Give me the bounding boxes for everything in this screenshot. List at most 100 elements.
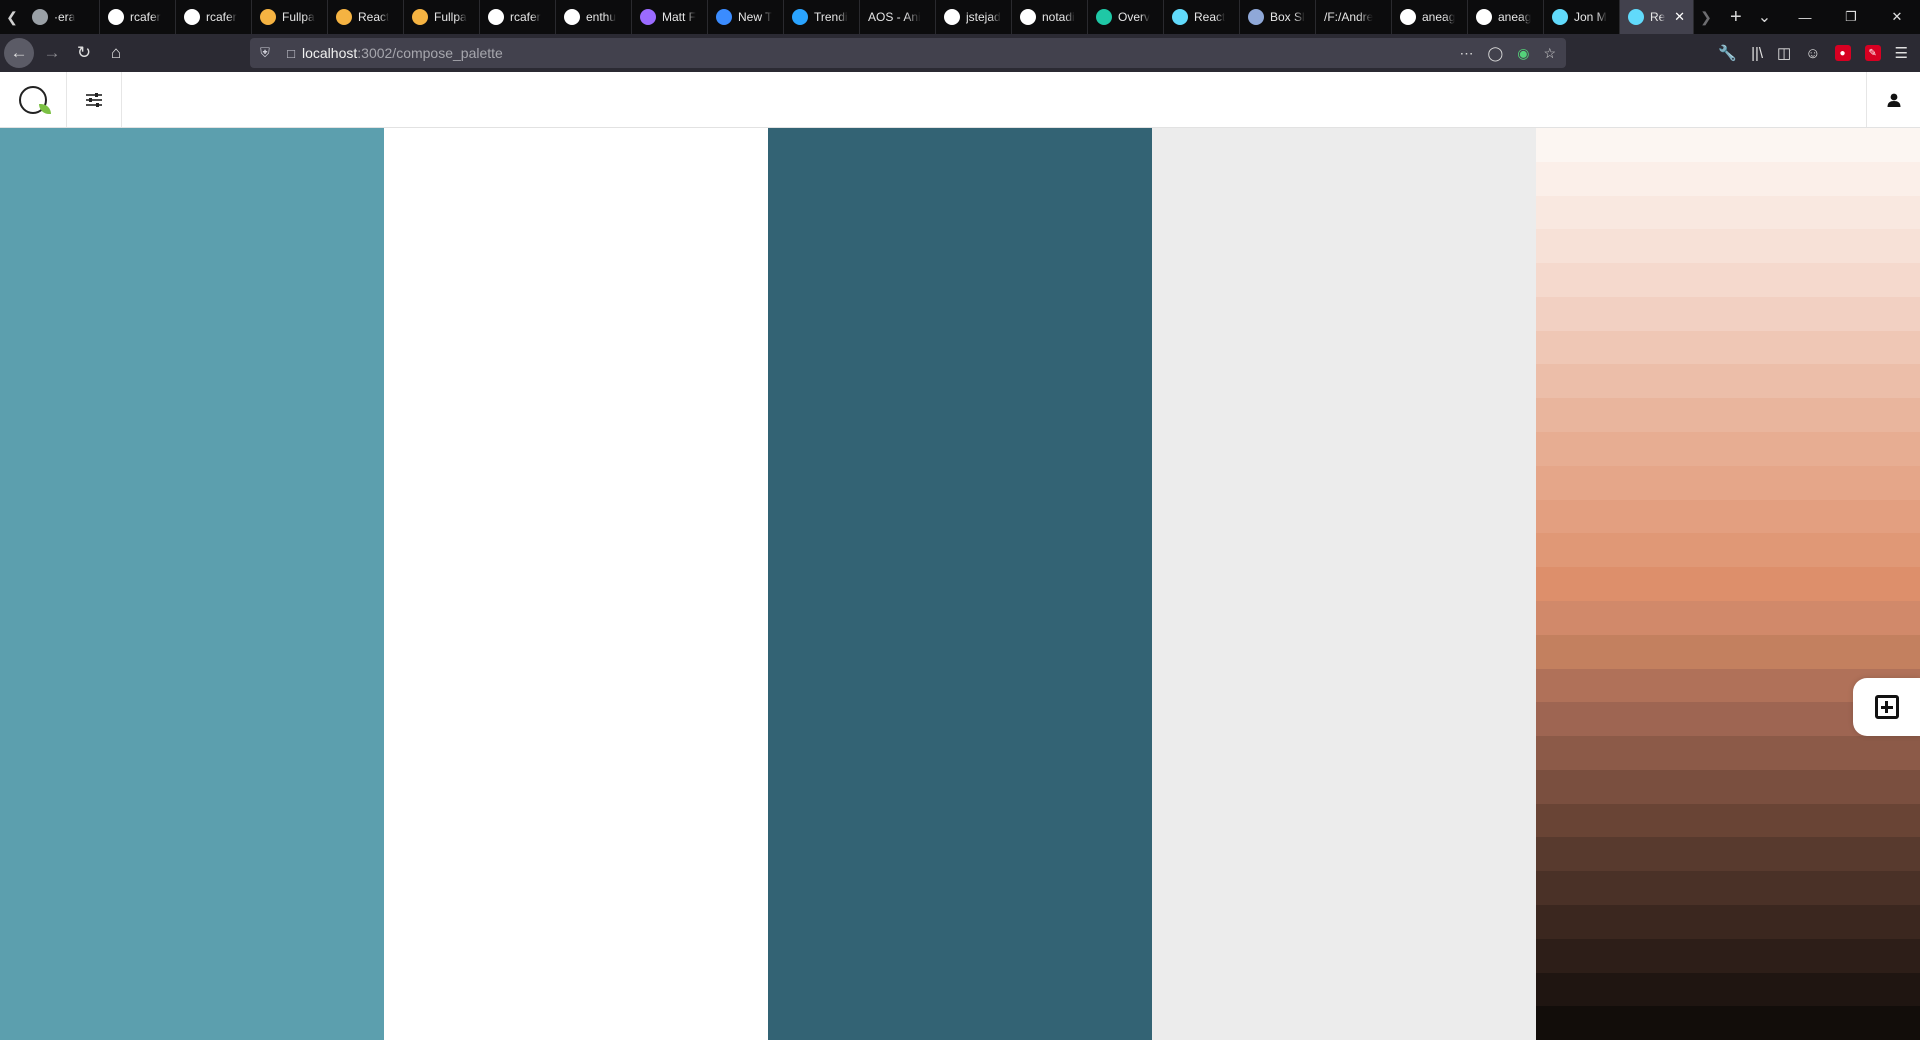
browser-tab[interactable]: Box Sl [1240,0,1316,34]
gradient-shade[interactable] [1536,161,1920,196]
minimize-icon[interactable]: — [1782,0,1828,34]
firefox-icon [716,9,732,25]
gradient-shade[interactable] [1536,533,1920,568]
browser-tab[interactable]: Overv [1088,0,1164,34]
tab-label: Fullpa [282,10,315,24]
browser-tab[interactable]: Trendi [784,0,860,34]
color-swatch[interactable] [1152,128,1536,1040]
app-header [0,72,1920,128]
browser-tab[interactable]: Matt F [632,0,708,34]
color-palette [0,128,1920,1040]
color-swatch[interactable] [768,128,1152,1040]
browser-tab-bar: ❮ ·era rcafer rcafer Fullpa React Fullpa rcafe… [0,0,1920,34]
browser-tab[interactable]: ·era [24,0,100,34]
gradient-shade[interactable] [1536,195,1920,230]
user-icon [1887,93,1900,107]
browser-tab[interactable]: aneag [1392,0,1468,34]
page-actions-icon[interactable]: ⋯ [1460,45,1474,62]
close-window-icon[interactable]: ✕ [1874,0,1920,34]
window-controls: — ❐ ✕ [1782,0,1920,34]
bookmark-star-icon[interactable]: ☆ [1543,45,1556,62]
browser-tab[interactable]: aneag [1468,0,1544,34]
forward-icon[interactable]: → [36,37,68,69]
gradient-shade[interactable] [1536,634,1920,669]
page-info-icon[interactable]: □ [280,46,302,61]
tab-label: aneag [1498,10,1532,24]
url-path: :3002/compose_palette [357,45,503,61]
browser-tab[interactable]: notadi [1012,0,1088,34]
gradient-shade[interactable] [1536,938,1920,973]
color-swatch[interactable] [0,128,384,1040]
sidebar-icon[interactable]: ◫ [1777,44,1791,62]
gradient-shade[interactable] [1536,364,1920,399]
gradient-shade[interactable] [1536,128,1920,162]
gradient-shade[interactable] [1536,330,1920,365]
extension-status-icon[interactable]: ◉ [1517,45,1529,62]
extension-icon[interactable]: ● [1834,45,1851,61]
gradient-shade[interactable] [1536,499,1920,534]
gradient-shade[interactable] [1536,1006,1920,1040]
browser-tab[interactable]: rcafer [176,0,252,34]
gradient-shade[interactable] [1536,567,1920,601]
gradient-shade[interactable] [1536,600,1920,635]
diamond-icon [1096,9,1112,25]
gradient-shade[interactable] [1536,972,1920,1007]
react-icon [1628,9,1644,25]
gradient-shade[interactable] [1536,432,1920,466]
tab-scroll-left-icon[interactable]: ❮ [0,0,24,34]
tab-scroll-right-icon[interactable]: ❯ [1694,0,1718,34]
gradient-shade[interactable] [1536,837,1920,872]
tab-label: ·era [54,10,76,24]
close-tab-icon[interactable]: ✕ [1674,9,1685,25]
gradient-shade[interactable] [1536,803,1920,838]
tracking-protection-icon[interactable]: ⛨ [250,45,280,61]
gradient-column[interactable] [1536,128,1920,1040]
new-tab-icon[interactable]: + [1730,6,1742,29]
tab-label: notadi [1042,10,1075,24]
list-all-tabs-icon[interactable]: ⌄ [1758,7,1771,27]
gradient-shade[interactable] [1536,871,1920,905]
user-account-button[interactable] [1866,72,1920,127]
logo-link[interactable] [0,72,67,127]
circle-icon [792,9,808,25]
reload-icon[interactable]: ↻ [68,37,100,69]
browser-tab[interactable]: React [1164,0,1240,34]
account-icon[interactable]: ☺ [1805,45,1820,62]
browser-tab[interactable]: Fullpa [252,0,328,34]
color-swatch[interactable] [384,128,768,1040]
react-icon [1172,9,1188,25]
gradient-shade[interactable] [1536,465,1920,500]
extension-pen-icon[interactable]: ✎ [1864,45,1881,61]
browser-tab[interactable]: enthu [556,0,632,34]
browser-tab[interactable]: React [328,0,404,34]
gradient-shade[interactable] [1536,229,1920,264]
github-icon [1020,9,1036,25]
browser-tab[interactable]: Re ✕ [1620,0,1694,34]
app-menu-icon[interactable]: ☰ [1895,44,1908,62]
gradient-shade[interactable] [1536,904,1920,939]
browser-tab[interactable]: /F:/Andre [1316,0,1392,34]
browser-tab[interactable]: AOS - Ani [860,0,936,34]
gradient-shade[interactable] [1536,736,1920,770]
add-color-button[interactable] [1853,678,1920,736]
tab-label: Jon M [1574,10,1607,24]
gradient-shade[interactable] [1536,263,1920,297]
gradient-shade[interactable] [1536,296,1920,331]
gradient-shade[interactable] [1536,769,1920,804]
pocket-icon[interactable]: ◯ [1488,45,1504,62]
wrench-icon[interactable]: 🔧 [1718,44,1737,62]
browser-tab[interactable]: jstejad [936,0,1012,34]
gradient-shade[interactable] [1536,398,1920,433]
tab-label: Fullpa [434,10,467,24]
library-icon[interactable]: ||\ [1751,45,1763,62]
address-bar[interactable]: ⛨ □ localhost:3002/compose_palette ⋯ ◯ ◉… [250,38,1566,68]
browser-tab[interactable]: Jon M [1544,0,1620,34]
browser-tab[interactable]: rcafer [100,0,176,34]
home-icon[interactable]: ⌂ [100,37,132,69]
browser-tab[interactable]: rcafer [480,0,556,34]
browser-tab[interactable]: Fullpa [404,0,480,34]
browser-tab[interactable]: New T [708,0,784,34]
back-icon[interactable]: ← [4,38,34,68]
settings-menu-button[interactable] [67,72,122,127]
restore-icon[interactable]: ❐ [1828,0,1874,34]
